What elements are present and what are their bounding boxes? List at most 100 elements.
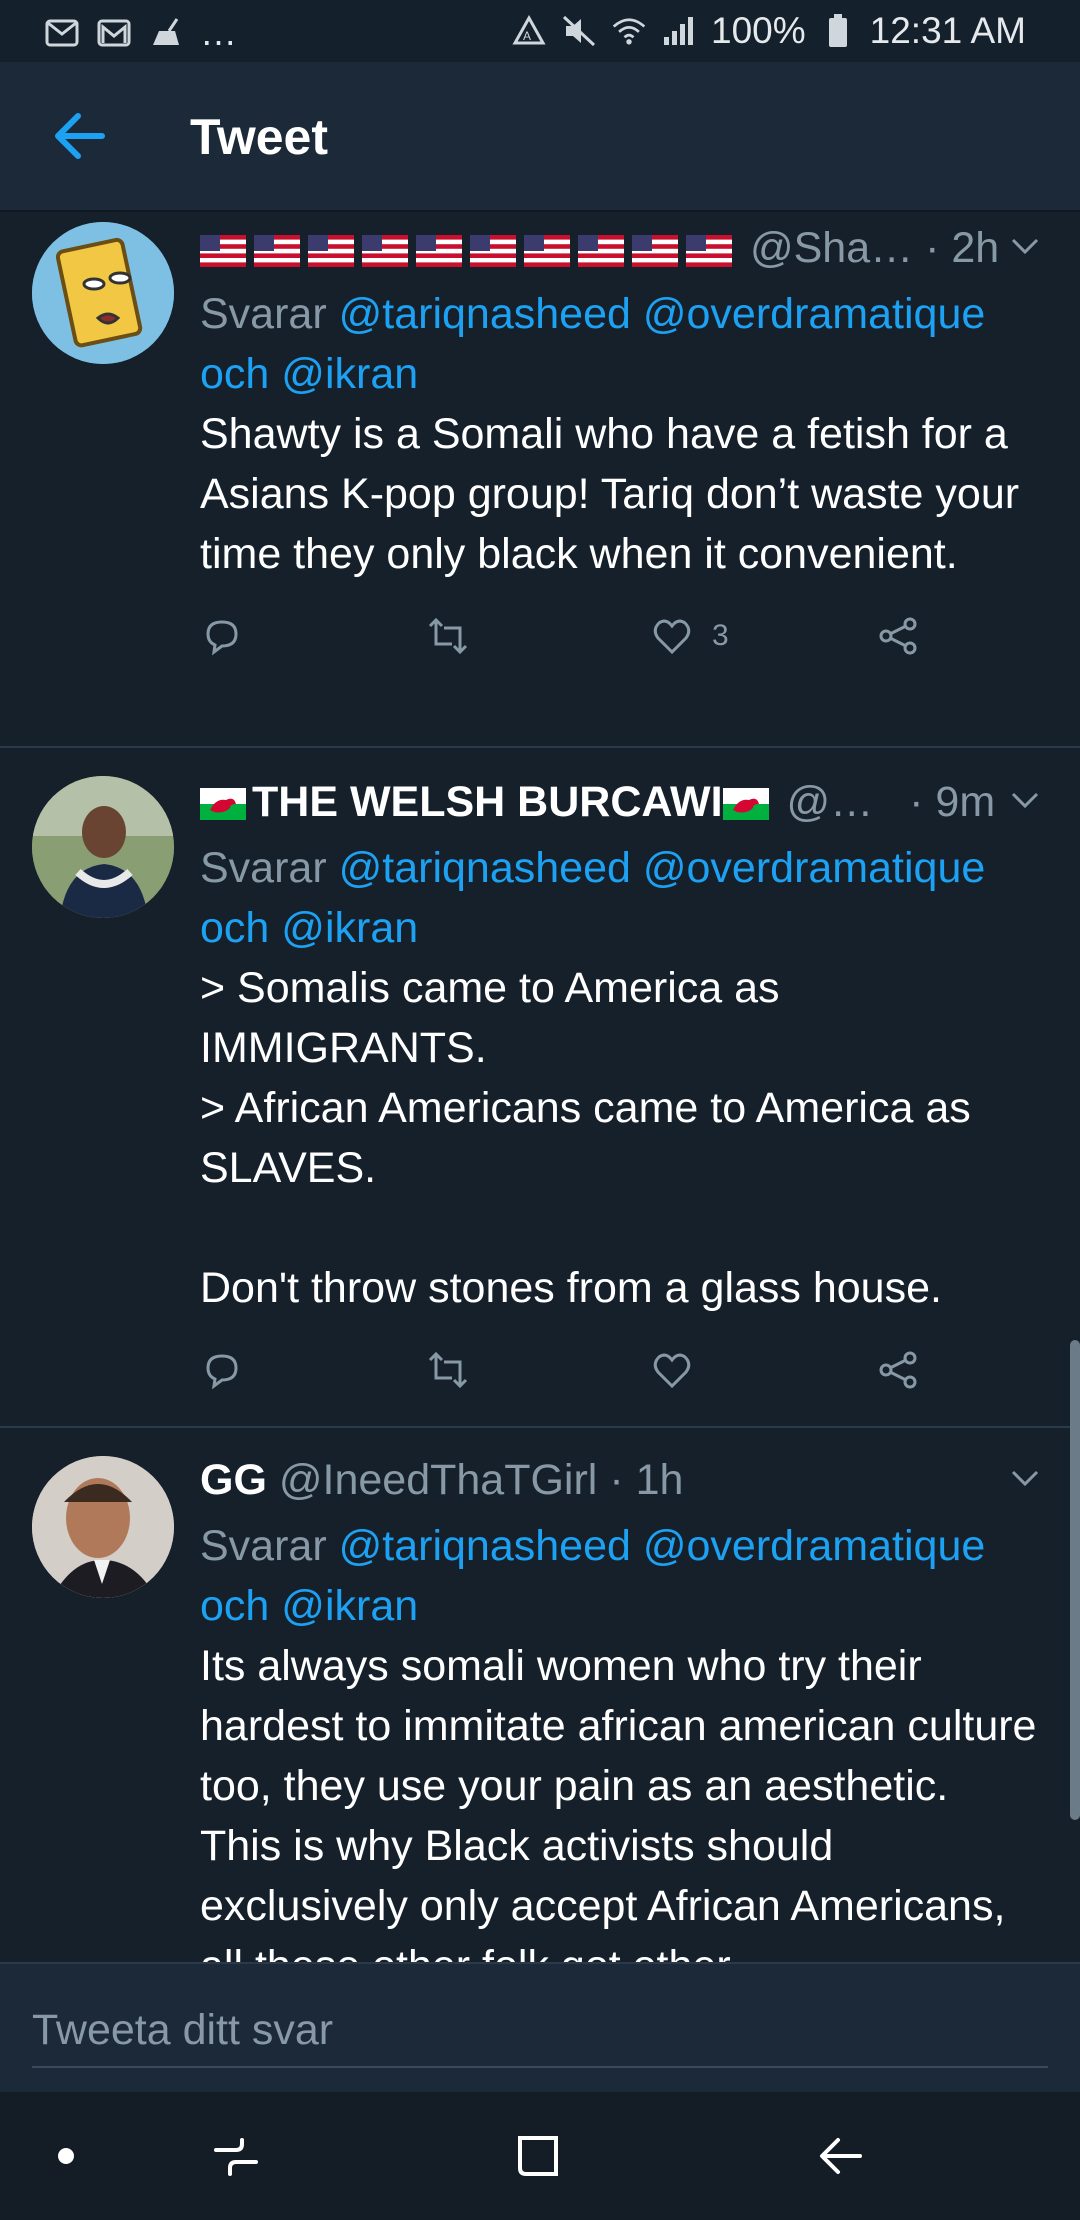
flag-emoji-row — [200, 234, 738, 267]
mention-link[interactable]: @tariqnasheed — [339, 844, 631, 892]
reply-composer — [0, 1962, 1080, 2094]
us-flag-icon — [200, 234, 246, 267]
replying-to: Svarar @tariqnasheed @overdramatique och… — [200, 838, 1040, 958]
svg-text:A: A — [523, 29, 531, 43]
avatar[interactable] — [32, 776, 174, 918]
us-flag-icon — [470, 234, 516, 267]
reply-icon — [206, 620, 238, 656]
reply-feed: @Sha… · 2h Svarar @tariqnasheed @overdra… — [0, 210, 1080, 1962]
signal-icon — [661, 13, 697, 49]
like-count: 3 — [712, 619, 729, 652]
tweet-text: > Somalis came to America as IMMIGRANTS.… — [200, 964, 971, 1312]
heart-icon — [653, 1353, 691, 1389]
gmail-icon — [96, 15, 132, 51]
retweet-button[interactable] — [424, 1348, 472, 1392]
reply-prefix: Svarar — [200, 290, 327, 338]
retweet-icon — [428, 1351, 468, 1389]
heart-icon — [653, 619, 691, 655]
handle[interactable]: @… — [787, 778, 874, 826]
avatar[interactable] — [32, 1456, 174, 1598]
mention-link[interactable]: @overdramatique — [643, 290, 985, 338]
reply-prefix: Svarar — [200, 844, 327, 892]
us-flag-icon — [686, 234, 732, 267]
tweet-actions — [200, 1348, 1040, 1408]
reply-prefix: Svarar — [200, 1522, 327, 1570]
tweet-header: GG @IneedThaTGirl · 1h — [200, 1456, 1040, 1516]
tweet-actions: 3 — [200, 614, 1040, 674]
wifi-icon — [611, 13, 647, 49]
like-button[interactable]: 3 — [650, 614, 729, 658]
share-icon — [879, 1351, 917, 1389]
share-button[interactable] — [876, 614, 920, 658]
replying-to: Svarar @tariqnasheed @overdramatique och… — [200, 1516, 1040, 1636]
battery-percent: 100% — [711, 10, 806, 51]
us-flag-icon — [416, 234, 462, 267]
reply-conjunction: och — [200, 904, 270, 952]
battery-icon — [820, 13, 856, 49]
mail-icon — [44, 15, 80, 51]
timestamp: · 9m — [909, 778, 996, 826]
cleaner-icon — [148, 15, 184, 51]
mention-link[interactable]: @overdramatique — [643, 844, 985, 892]
scrollbar[interactable] — [1070, 1340, 1080, 1820]
handle[interactable]: @IneedThaTGirl — [279, 1456, 598, 1504]
chevron-down-icon[interactable] — [1010, 1468, 1040, 1488]
tweet[interactable]: GG @IneedThaTGirl · 1h Svarar @tariqnash… — [0, 1428, 1080, 1962]
wales-flag-icon — [722, 788, 769, 820]
system-icons: A 100% 12:31 AM — [511, 10, 1026, 52]
notification-icons: … — [44, 12, 237, 54]
tweet-text: Its always somali women who try their ha… — [200, 1642, 1037, 1962]
back-icon[interactable] — [810, 2126, 870, 2186]
back-arrow-icon[interactable] — [48, 104, 112, 168]
handle[interactable]: @Sha… — [750, 224, 913, 272]
tweet[interactable]: @Sha… · 2h Svarar @tariqnasheed @overdra… — [0, 210, 1080, 748]
mention-link[interactable]: @ikran — [281, 1582, 418, 1630]
wales-flag-icon — [200, 788, 246, 820]
us-flag-icon — [254, 234, 300, 267]
reply-input[interactable] — [32, 1994, 1048, 2068]
display-name[interactable]: GG — [200, 1456, 267, 1504]
share-icon — [879, 617, 917, 655]
reply-button[interactable] — [200, 1348, 244, 1392]
more-notifications: … — [200, 12, 237, 53]
timestamp: · 1h — [609, 1456, 684, 1504]
system-navigation-bar — [0, 2092, 1080, 2220]
mention-link[interactable]: @ikran — [281, 904, 418, 952]
chevron-down-icon[interactable] — [1010, 236, 1040, 256]
mute-icon — [561, 13, 597, 49]
us-flag-icon — [362, 234, 408, 267]
chevron-down-icon[interactable] — [1010, 790, 1040, 810]
top-app-bar: Tweet — [0, 62, 1080, 212]
status-bar: … A 100% 12:31 AM — [0, 0, 1080, 62]
retweet-icon — [428, 617, 468, 655]
replying-to: Svarar @tariqnasheed @overdramatique och… — [200, 284, 1040, 404]
reply-icon — [206, 1354, 238, 1390]
mention-link[interactable]: @tariqnasheed — [339, 290, 631, 338]
home-icon[interactable] — [508, 2126, 568, 2186]
us-flag-icon — [632, 234, 678, 267]
page-title: Tweet — [190, 109, 328, 165]
us-flag-icon — [578, 234, 624, 267]
display-name[interactable]: THE WELSH BURCAWI — [252, 778, 723, 826]
like-button[interactable] — [650, 1348, 694, 1392]
mention-link[interactable]: @overdramatique — [643, 1522, 985, 1570]
reply-conjunction: och — [200, 1582, 270, 1630]
avatar[interactable] — [32, 222, 174, 364]
dot-indicator-icon — [36, 2126, 96, 2186]
tweet-header: @Sha… · 2h — [200, 224, 1040, 284]
reply-conjunction: och — [200, 350, 270, 398]
tweet-header: THE WELSH BURCAWI @… · 9m — [200, 778, 1040, 838]
reply-button[interactable] — [200, 614, 244, 658]
us-flag-icon — [308, 234, 354, 267]
clock: 12:31 AM — [869, 10, 1026, 51]
tweet[interactable]: THE WELSH BURCAWI @… · 9m Svarar @tariqn… — [0, 748, 1080, 1428]
tweet-text: Shawty is a Somali who have a fetish for… — [200, 410, 1032, 578]
mention-link[interactable]: @tariqnasheed — [339, 1522, 631, 1570]
mention-link[interactable]: @ikran — [281, 350, 418, 398]
timestamp: · 2h — [925, 224, 1000, 272]
us-flag-icon — [524, 234, 570, 267]
recent-apps-icon[interactable] — [206, 2126, 266, 2186]
share-button[interactable] — [876, 1348, 920, 1392]
retweet-button[interactable] — [424, 614, 472, 658]
recycle-icon: A — [511, 13, 547, 49]
